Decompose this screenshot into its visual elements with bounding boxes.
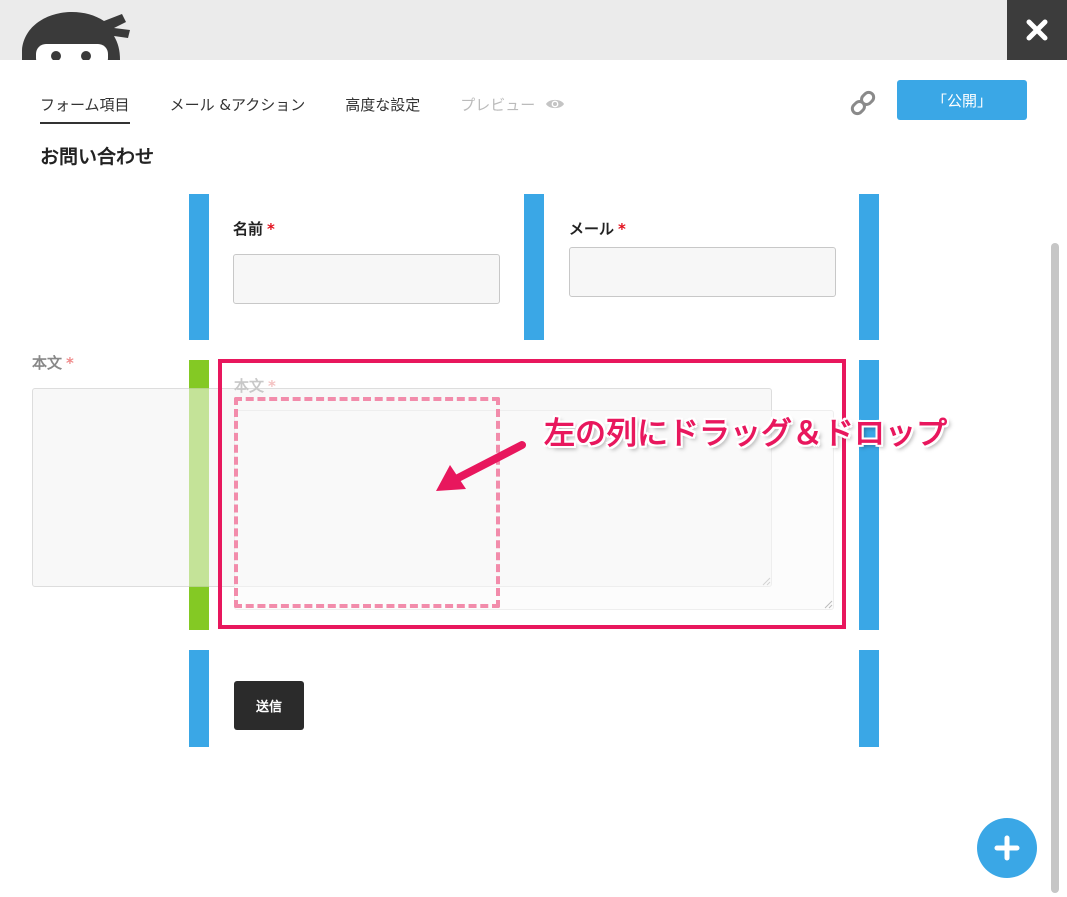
column-divider[interactable] [859,360,879,630]
close-icon [1026,19,1048,41]
drop-indicator [234,397,500,608]
scrollbar[interactable] [1051,243,1059,893]
email-field-label: メール * [569,218,626,239]
link-icon[interactable] [848,88,878,118]
tab-advanced[interactable]: 高度な設定 [345,94,420,124]
tab-label: プレビュー [460,96,536,114]
label-text: 本文 [32,354,63,372]
ninja-logo-icon [22,12,130,60]
drop-target-column[interactable] [189,587,209,630]
column-divider[interactable] [189,650,209,747]
plus-icon [994,835,1020,861]
tab-preview[interactable]: プレビュー [460,94,565,124]
top-bar [0,0,1067,60]
column-divider[interactable] [859,194,879,340]
label-text: メール [569,220,615,238]
drag-drop-annotation: 左の列にドラッグ＆ドロップ [544,416,947,452]
name-field-label: 名前 * [233,218,275,239]
required-mark: * [618,220,626,238]
column-divider[interactable] [859,650,879,747]
publish-button[interactable]: 「公開」 [897,80,1027,120]
label-text: 名前 [233,220,264,238]
email-input[interactable] [569,247,836,297]
tab-label: メール &アクション [169,96,306,114]
required-mark: * [267,220,275,238]
required-mark: * [66,354,74,372]
eye-icon [546,99,565,109]
dragged-message-label: 本文 * [32,352,74,373]
tab-label: 高度な設定 [345,96,421,114]
column-divider[interactable] [189,194,209,340]
tab-label: フォーム項目 [40,96,130,114]
arrow-left-icon [436,441,526,491]
column-divider[interactable] [524,194,544,340]
builder-tabs: フォーム項目 メール &アクション 高度な設定 プレビュー [40,94,605,126]
drop-target-column-top[interactable] [189,360,209,388]
tab-email-actions[interactable]: メール &アクション [170,94,306,124]
submit-button[interactable]: 送信 [234,681,304,730]
name-input[interactable] [233,254,500,304]
close-button[interactable] [1007,0,1067,60]
tab-form-fields[interactable]: フォーム項目 [40,94,130,124]
add-field-button[interactable] [977,818,1037,878]
form-title: お問い合わせ [40,146,155,168]
drop-target-column[interactable] [189,360,209,587]
